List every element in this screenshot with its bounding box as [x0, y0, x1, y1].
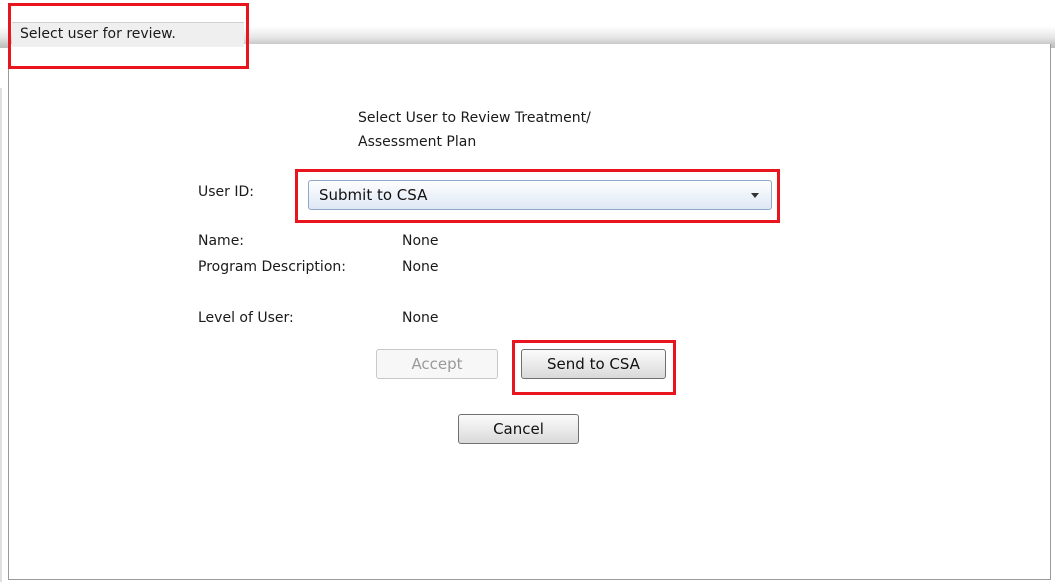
dialog-heading-line-1: Select User to Review Treatment/: [358, 110, 591, 126]
user-id-dropdown[interactable]: Submit to CSA: [308, 180, 772, 210]
user-id-label: User ID:: [198, 184, 254, 200]
dialog-heading: Select User to Review Treatment/ Assessm…: [358, 106, 698, 154]
user-id-selected-value: Submit to CSA: [319, 186, 428, 204]
send-to-csa-button[interactable]: Send to CSA: [521, 349, 666, 379]
accept-button[interactable]: Accept: [376, 349, 498, 379]
name-value: None: [402, 233, 439, 249]
chevron-down-icon[interactable]: [751, 193, 759, 198]
level-of-user-value: None: [402, 310, 439, 326]
program-description-value: None: [402, 259, 439, 275]
name-label: Name:: [198, 233, 245, 249]
program-description-label: Program Description:: [198, 259, 346, 275]
level-of-user-label: Level of User:: [198, 310, 294, 326]
dialog-heading-line-2: Assessment Plan: [358, 134, 477, 150]
window-title: Select user for review.: [20, 26, 176, 42]
left-edge-rule: [0, 88, 2, 582]
cancel-button[interactable]: Cancel: [458, 414, 579, 444]
